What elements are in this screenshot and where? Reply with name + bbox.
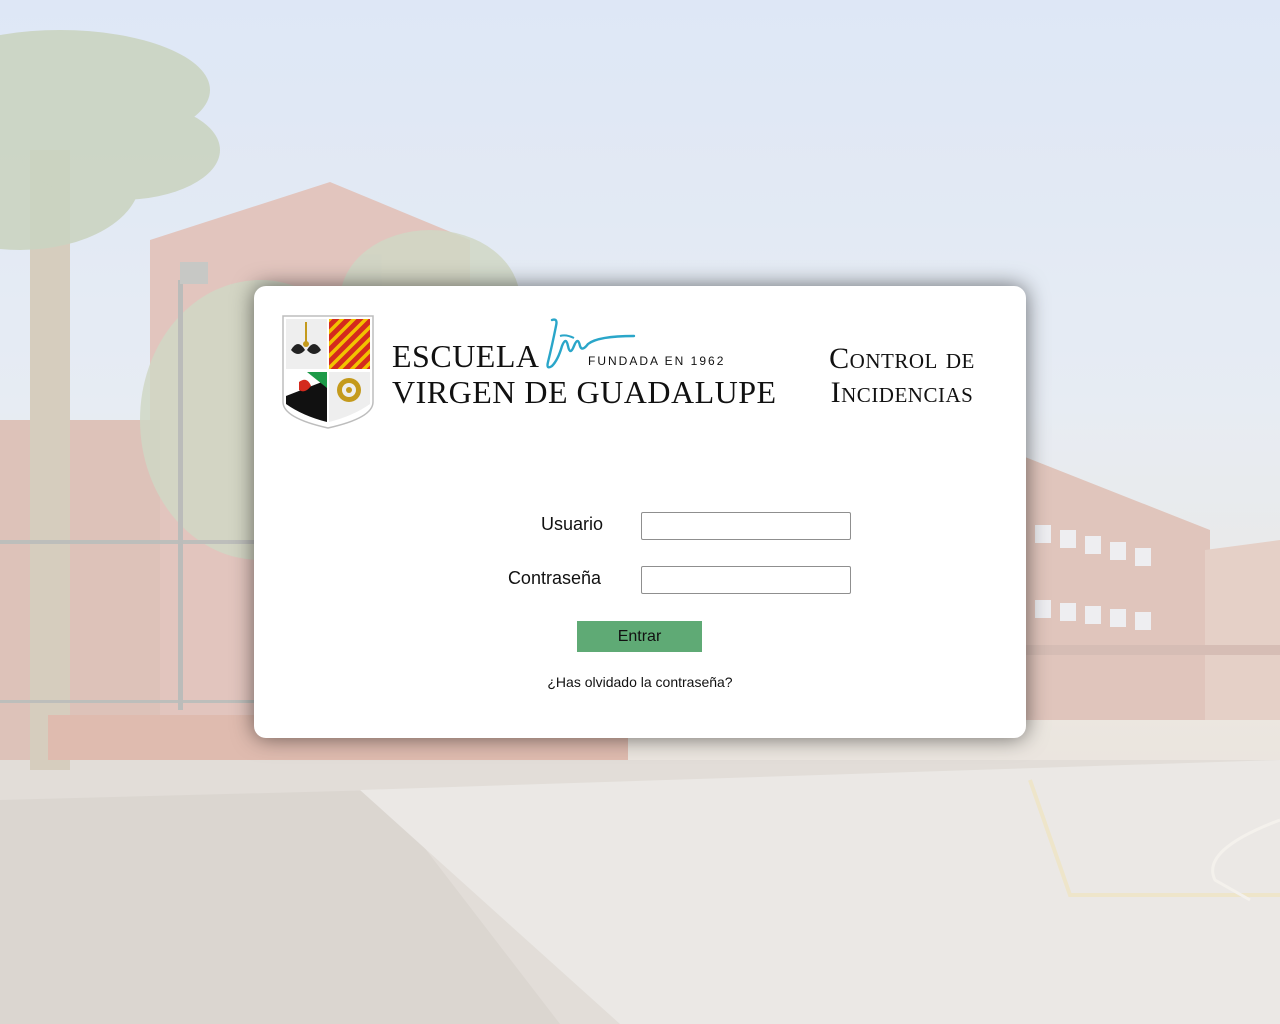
founded-year: FUNDADA EN 1962 <box>588 354 726 368</box>
school-name-line2: VIRGEN DE GUADALUPE <box>392 374 777 410</box>
school-crest-icon <box>282 315 374 429</box>
password-input[interactable] <box>641 566 851 594</box>
login-button[interactable]: Entrar <box>577 621 702 652</box>
forgot-password-link[interactable]: ¿Has olvidado la contraseña? <box>254 674 1026 690</box>
password-label: Contraseña <box>507 568 601 588</box>
username-label: Usuario <box>540 514 603 534</box>
app-title: Control de Incidencias <box>802 342 1002 410</box>
login-card: ESCUELA VIRGEN DE GUADALUPE FUNDADA EN 1… <box>254 286 1026 738</box>
username-input[interactable] <box>641 512 851 540</box>
app-title-line2: Incidencias <box>830 376 974 409</box>
app-title-line1: Control de <box>829 342 975 375</box>
